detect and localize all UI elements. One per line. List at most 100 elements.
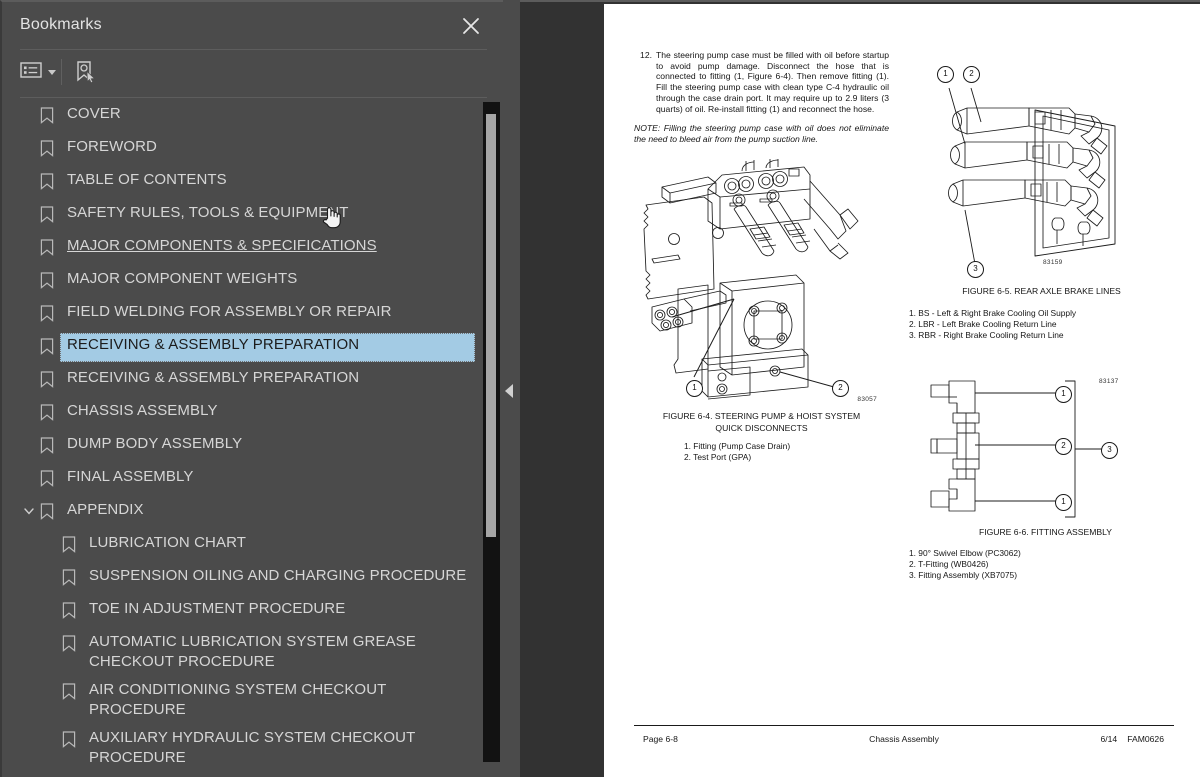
find-current-bookmark-button[interactable] [72, 60, 98, 89]
bookmark-item-label: CHASSIS ASSEMBLY [67, 402, 218, 419]
footer-revision-date: 6/14 [1100, 734, 1118, 744]
callout-1-bottom: 1 [1055, 493, 1072, 511]
bookmark-item[interactable]: COVER [2, 100, 503, 133]
figure-6-6: 1 2 1 3 83137 [909, 377, 1174, 525]
bookmark-item-label: LUBRICATION CHART [89, 534, 246, 551]
bookmark-item[interactable]: AUXILIARY HYDRAULIC SYSTEM CHECKOUT PROC… [2, 724, 503, 772]
figure-6-4: 1 2 83057 [634, 158, 889, 409]
bookmark-item-label: RECEIVING & ASSEMBLY PREPARATION [67, 336, 360, 353]
bookmark-item[interactable]: LUBRICATION CHART [2, 529, 503, 562]
bookmark-item-label: DUMP BODY ASSEMBLY [67, 435, 243, 452]
bookmark-item[interactable]: RECEIVING & ASSEMBLY PREPARATION [2, 331, 503, 364]
bookmark-icon [62, 566, 82, 591]
bookmark-item[interactable]: MAJOR COMPONENTS & SPECIFICATIONS [2, 232, 503, 265]
bookmark-item-label: AUXILIARY HYDRAULIC SYSTEM CHECKOUT PROC… [89, 729, 416, 766]
bookmark-icon [40, 434, 60, 459]
bookmark-item[interactable]: TOE IN ADJUSTMENT PROCEDURE [2, 595, 503, 628]
figure-6-4-drawing [643, 158, 859, 400]
bookmark-icon [40, 467, 60, 492]
callout-3: 3 [967, 261, 984, 278]
step-number: 12. [640, 50, 652, 60]
bookmark-icon [40, 401, 60, 426]
callout-2: 2 [1055, 437, 1072, 455]
bookmark-item[interactable]: FINAL ASSEMBLY [2, 463, 503, 496]
callout-1: 1 [686, 379, 703, 397]
figure-6-5-caption-line1: FIGURE 6-5. REAR AXLE BRAKE LINES [962, 286, 1121, 296]
figure-6-4-legend: 1. Fitting (Pump Case Drain) 2. Test Por… [634, 441, 889, 463]
page-footer: Page 6-8 Chassis Assembly 6/14 FAM0626 [634, 725, 1174, 751]
bookmark-item[interactable]: AIR CONDITIONING SYSTEM CHECKOUT PROCEDU… [2, 676, 503, 724]
drawing-number: 83057 [857, 395, 877, 403]
pdf-viewer: 12. The steering pump case must be fille… [520, 0, 1200, 777]
legend-item: 1. BS - Left & Right Brake Cooling Oil S… [909, 307, 1077, 318]
bookmark-item-label: AUTOMATIC LUBRICATION SYSTEM GREASE CHEC… [89, 633, 416, 670]
bookmark-item[interactable]: FOREWORD [2, 133, 503, 166]
figure-6-5: 1 2 3 83159 [909, 50, 1174, 282]
legend-item: 2. T-Fitting (WB0426) [909, 559, 989, 569]
legend-item: 1. Fitting (Pump Case Drain) [684, 440, 791, 451]
bookmark-item[interactable]: SAFETY RULES, TOOLS & EQUIPMENT [2, 199, 503, 232]
bookmark-item[interactable]: MAJOR COMPONENT WEIGHTS [2, 265, 503, 298]
figure-6-4-caption-line2: QUICK DISCONNECTS [715, 423, 808, 434]
footer-section-label: Chassis Assembly [869, 734, 939, 744]
bookmark-item-label: FOREWORD [67, 138, 157, 155]
bookmark-icon [62, 533, 82, 558]
bookmark-icon [40, 236, 60, 261]
bookmark-item[interactable]: FIELD WELDING FOR ASSEMBLY OR REPAIR [2, 298, 503, 331]
bookmark-pointer-icon [72, 60, 98, 89]
bookmark-options-button[interactable] [19, 60, 56, 85]
bookmark-item-label: MAJOR COMPONENTS & SPECIFICATIONS [67, 237, 377, 254]
bookmark-item[interactable]: AUTOMATIC LUBRICATION SYSTEM GREASE CHEC… [2, 628, 503, 676]
bookmark-item-label: RECEIVING & ASSEMBLY PREPARATION [67, 369, 360, 386]
toolbar-divider-bottom [20, 97, 487, 98]
figure-6-4-caption-line1: FIGURE 6-4. STEERING PUMP & HOIST SYSTEM [662, 410, 861, 421]
legend-item: 2. Test Port (GPA) [684, 451, 752, 462]
bookmark-icon [62, 728, 82, 753]
bookmark-item[interactable]: HYDRAULIC BRAKE SYSTEM CHECKOUT PROCEDUR… [2, 772, 503, 777]
bookmark-item[interactable]: RECEIVING & ASSEMBLY PREPARATION [2, 364, 503, 397]
drawing-number: 83137 [1099, 377, 1119, 385]
bookmark-icon [40, 170, 60, 195]
bookmark-item[interactable]: TABLE OF CONTENTS [2, 166, 503, 199]
bookmark-item[interactable]: CHASSIS ASSEMBLY [2, 397, 503, 430]
note-text: NOTE: Filling the steering pump case wit… [634, 123, 889, 144]
bookmark-item-label: COVER [67, 105, 121, 122]
bookmark-scrollbar-thumb[interactable] [486, 114, 496, 537]
bookmark-item[interactable]: DUMP BODY ASSEMBLY [2, 430, 503, 463]
callout-2: 2 [963, 66, 980, 83]
bookmark-item-label: FIELD WELDING FOR ASSEMBLY OR REPAIR [67, 303, 392, 320]
bookmark-item[interactable]: SUSPENSION OILING AND CHARGING PROCEDURE [2, 562, 503, 595]
toolbar-divider [61, 59, 62, 85]
figure-6-5-legend: 1. BS - Left & Right Brake Cooling Oil S… [909, 308, 1174, 341]
bookmark-list[interactable]: COVER FOREWORD TABLE OF CONTENTS SAFETY RUL… [2, 100, 503, 777]
bookmark-item[interactable]: APPENDIX [2, 496, 503, 529]
bookmark-item-label: FINAL ASSEMBLY [67, 468, 194, 485]
figure-6-6-drawing [930, 380, 1103, 517]
bookmark-icon [40, 269, 60, 294]
bookmark-item-label: SAFETY RULES, TOOLS & EQUIPMENT [67, 204, 349, 221]
instruction-step: 12. The steering pump case must be fille… [634, 50, 889, 114]
callout-1-top: 1 [1055, 385, 1072, 403]
bookmark-icon [62, 599, 82, 624]
bookmark-icon [62, 632, 82, 657]
close-icon[interactable] [459, 14, 483, 38]
chevron-down-icon[interactable] [18, 500, 40, 517]
pdf-reader-window: Bookmarks COVER FOREWORD TABLE OF CONTEN… [0, 0, 1200, 777]
figure-6-6-caption-line1: FIGURE 6-6. FITTING ASSEMBLY [978, 526, 1113, 537]
document-right-column: 1 2 3 83159 FIGURE 6-5. REAR AXLE BRAKE … [909, 50, 1174, 581]
bookmark-icon [40, 137, 60, 162]
document-left-column: 12. The steering pump case must be fille… [634, 50, 889, 463]
collapse-panel-arrow-icon[interactable] [505, 384, 513, 398]
bookmark-item-label: MAJOR COMPONENT WEIGHTS [67, 270, 298, 287]
